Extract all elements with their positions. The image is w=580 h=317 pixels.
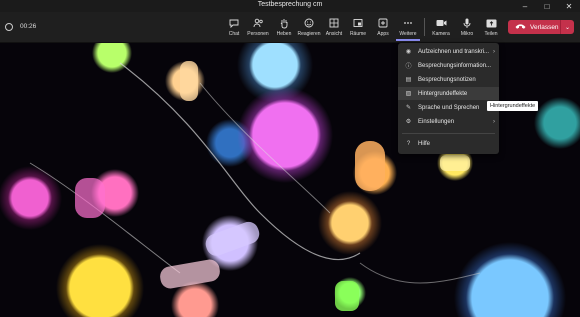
background-effects-icon: ▨: [405, 91, 412, 97]
window-title: Testbesprechung cm: [257, 1, 323, 8]
apps-label: Apps: [377, 31, 389, 37]
menu-item-background-effects[interactable]: ▨ Hintergrundeffekte: [398, 87, 499, 100]
camera-icon: [435, 17, 447, 29]
camera-button[interactable]: Kamera: [429, 15, 453, 39]
close-window-button[interactable]: ✕: [558, 0, 580, 12]
rooms-button[interactable]: Räume: [346, 15, 370, 39]
menu-item-label: Besprechungsnotizen: [418, 76, 476, 83]
info-icon: ⓘ: [405, 64, 412, 70]
menu-item-label: Aufzeichnen und transkri...: [418, 48, 490, 55]
chat-label: Chat: [228, 31, 240, 37]
menu-item-label: Besprechungsinformation...: [418, 62, 492, 69]
more-icon: [402, 17, 414, 29]
settings-icon: ⚙: [405, 119, 412, 125]
chevron-right-icon: ›: [493, 48, 495, 55]
chat-button[interactable]: Chat: [222, 15, 246, 39]
more-button[interactable]: Weitere: [396, 15, 420, 41]
share-button[interactable]: Teilen: [479, 15, 503, 39]
menu-item-meeting-info[interactable]: ⓘ Besprechungsinformation...: [398, 59, 499, 72]
notes-icon: ▤: [405, 77, 412, 83]
record-icon: ◉: [405, 49, 412, 55]
apps-icon: [377, 17, 389, 29]
share-icon: [485, 17, 497, 29]
view-icon: [328, 17, 340, 29]
maximize-button[interactable]: □: [536, 0, 558, 12]
meeting-toolbar: 00:26 Chat Personen Heben Reagieren Ansi…: [0, 12, 580, 43]
menu-item-label: Sprache und Sprechen: [418, 104, 480, 111]
menu-item-label: Einstellungen: [418, 118, 455, 125]
hang-up-icon: [515, 23, 526, 32]
share-label: Teilen: [484, 31, 498, 37]
leave-label: Verlassen: [530, 23, 559, 31]
menu-item-meeting-notes[interactable]: ▤ Besprechungsnotizen: [398, 73, 499, 86]
menu-item-label: Hilfe: [418, 140, 431, 147]
more-label: Weitere: [399, 31, 417, 37]
help-icon: ?: [406, 140, 411, 147]
rooms-icon: [352, 17, 364, 29]
react-button[interactable]: Reagieren: [297, 15, 321, 39]
more-options-menu: ◉ Aufzeichnen und transkri... › ⓘ Bespre…: [398, 43, 499, 154]
chat-icon: [228, 17, 240, 29]
minimize-button[interactable]: –: [514, 0, 536, 12]
view-button[interactable]: Ansicht: [322, 15, 346, 39]
menu-item-settings[interactable]: ⚙ Einstellungen ›: [398, 115, 499, 128]
smiley-icon: [303, 17, 315, 29]
mic-button[interactable]: Mikro: [455, 15, 479, 39]
language-icon: ✎: [405, 105, 412, 111]
menu-divider: [402, 133, 495, 134]
people-label: Personen: [247, 31, 269, 37]
menu-item-help[interactable]: ? Hilfe: [398, 137, 499, 150]
people-icon: [252, 17, 264, 29]
meeting-status-icon: [5, 23, 13, 31]
menu-item-record[interactable]: ◉ Aufzeichnen und transkri... ›: [398, 45, 499, 58]
meeting-timer: 00:26: [20, 23, 37, 30]
leave-dropdown-button[interactable]: ⌄: [560, 20, 574, 34]
apps-button[interactable]: Apps: [371, 15, 395, 39]
people-button[interactable]: Personen: [246, 15, 270, 39]
title-bar: Testbesprechung cm – □ ✕: [0, 0, 580, 12]
toolbar-divider: [424, 18, 425, 36]
chevron-right-icon: ›: [493, 118, 495, 125]
raise-hand-icon: [278, 17, 290, 29]
view-label: Ansicht: [325, 31, 343, 37]
menu-item-label: Hintergrundeffekte: [418, 90, 468, 97]
raise-hand-button[interactable]: Heben: [272, 15, 296, 39]
chevron-down-icon: ⌄: [564, 24, 571, 31]
mic-icon: [461, 17, 473, 29]
rooms-label: Räume: [349, 31, 367, 37]
leave-button[interactable]: Verlassen ⌄: [508, 20, 574, 34]
tooltip: Hintergrundeffekte: [487, 101, 539, 111]
mic-label: Mikro: [460, 31, 474, 37]
menu-item-language-speech[interactable]: ✎ Sprache und Sprechen ›: [398, 101, 499, 114]
camera-label: Kamera: [432, 31, 450, 37]
react-label: Reagieren: [297, 31, 321, 37]
raise-hand-label: Heben: [276, 31, 292, 37]
